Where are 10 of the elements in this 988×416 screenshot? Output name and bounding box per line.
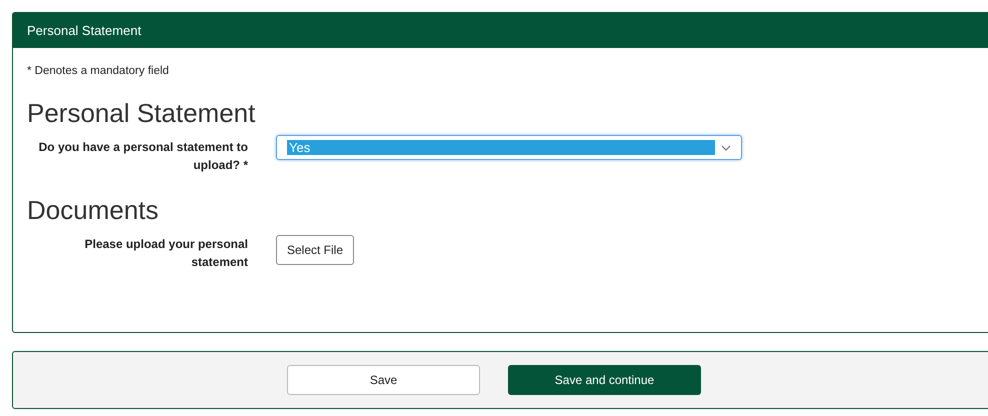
section-heading: Personal Statement: [27, 98, 256, 129]
section-heading: Documents: [27, 195, 160, 226]
save-and-continue-button[interactable]: Save and continue: [508, 365, 701, 395]
select-file-button[interactable]: Select File: [276, 235, 354, 265]
mandatory-note: * Denotes a mandatory field: [27, 65, 170, 77]
caret-icon: [721, 144, 731, 150]
field-label: Please upload your personal statement: [84, 236, 248, 271]
field-label: Do you have a personal statement to upload? *: [38, 139, 248, 174]
panel-title: Personal Statement: [27, 23, 142, 38]
save-button[interactable]: Save: [287, 365, 480, 395]
